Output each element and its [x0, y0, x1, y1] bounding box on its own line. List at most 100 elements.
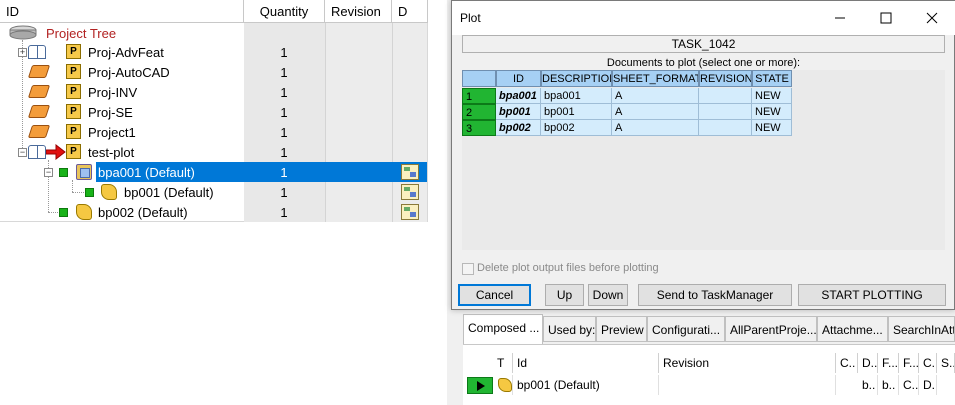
- doc-description-cell[interactable]: bp001: [541, 104, 612, 120]
- doc-revision-cell[interactable]: [699, 120, 752, 136]
- grid-header-c2[interactable]: C..: [919, 353, 937, 373]
- tab-configurations[interactable]: Configurati...: [647, 316, 725, 342]
- doc-description-cell[interactable]: bpa001: [541, 88, 612, 104]
- open-book-icon: [28, 45, 46, 59]
- id-cell: bp001 (Default): [513, 375, 659, 395]
- cancel-button[interactable]: Cancel: [458, 284, 531, 306]
- quantity-cell: 1: [280, 185, 288, 200]
- grid-header-revision[interactable]: REVISION: [699, 70, 752, 87]
- tree-row-bp002[interactable]: bp002 (Default) 1: [0, 202, 427, 222]
- row-selector[interactable]: [467, 377, 493, 394]
- close-icon: [926, 12, 938, 24]
- tab-allparentprojects[interactable]: AllParentProje...: [725, 316, 817, 342]
- status-green-square-icon: [85, 188, 94, 197]
- row-number-1[interactable]: 1: [462, 88, 496, 104]
- dialog-title: Plot: [460, 11, 481, 25]
- grid-header-c[interactable]: C..: [836, 353, 858, 373]
- collapse-minus-icon[interactable]: −: [44, 168, 53, 177]
- delete-output-label: Delete plot output files before plotting: [477, 262, 659, 274]
- grid-header-description[interactable]: DESCRIPTION: [541, 70, 612, 87]
- tree-row-proj-se[interactable]: P Proj-SE 1: [0, 102, 427, 122]
- tab-preview[interactable]: Preview: [596, 316, 647, 342]
- tab-composed[interactable]: Composed ...: [463, 314, 543, 344]
- down-button[interactable]: Down: [588, 284, 628, 306]
- doc-state-cell[interactable]: NEW: [752, 88, 792, 104]
- tree-root-row[interactable]: Project Tree: [0, 23, 427, 43]
- tab-used-by[interactable]: Used by:: [543, 316, 596, 342]
- quantity-cell: 1: [280, 145, 288, 160]
- doc-id-cell[interactable]: bpa001: [496, 88, 541, 104]
- minimize-button[interactable]: [817, 1, 863, 35]
- grid-header-f2[interactable]: F...: [899, 353, 919, 373]
- tree-item-label: Proj-SE: [88, 105, 133, 120]
- document-drawing-icon[interactable]: [401, 204, 419, 220]
- tree-item-label: Project1: [88, 125, 136, 140]
- tab-attachments[interactable]: Attachme...: [817, 316, 888, 342]
- tree-item-label: bp001 (Default): [124, 185, 214, 200]
- doc-sheet-format-cell[interactable]: A: [612, 88, 699, 104]
- tree-row-project1[interactable]: P Project1 1: [0, 122, 427, 142]
- tree-row-bpa001[interactable]: − bpa001 (Default) 1: [0, 162, 427, 182]
- tree-row-proj-autocad[interactable]: P Proj-AutoCAD 1: [0, 62, 427, 82]
- grid-header-t[interactable]: T: [493, 353, 513, 373]
- tree-row-test-plot[interactable]: − P test-plot 1: [0, 142, 427, 162]
- project-p-icon: P: [66, 104, 81, 119]
- doc-state-cell[interactable]: NEW: [752, 120, 792, 136]
- column-header-id[interactable]: ID: [0, 0, 244, 23]
- start-plotting-button[interactable]: START PLOTTING: [798, 284, 946, 306]
- play-arrow-icon: [477, 381, 485, 391]
- expand-plus-icon[interactable]: +: [18, 48, 27, 57]
- grid-header-d[interactable]: D..: [858, 353, 878, 373]
- grid-header-revision[interactable]: Revision: [659, 353, 836, 373]
- documents-to-plot-label: Documents to plot (select one or more):: [606, 57, 801, 69]
- quantity-cell: 1: [280, 125, 288, 140]
- document-drawing-icon[interactable]: [401, 164, 419, 180]
- column-header-revision[interactable]: Revision: [325, 0, 392, 23]
- tab-searchinattachments[interactable]: SearchInAtta: [888, 316, 955, 342]
- grid-header-s[interactable]: S..: [937, 353, 955, 373]
- hard-drive-icon: [9, 25, 37, 40]
- quantity-cell: 1: [280, 105, 288, 120]
- row-number-3[interactable]: 3: [462, 120, 496, 136]
- grid-header-id[interactable]: Id: [513, 353, 659, 373]
- doc-state-cell[interactable]: NEW: [752, 104, 792, 120]
- project-p-icon: P: [66, 124, 81, 139]
- collapse-minus-icon[interactable]: −: [18, 148, 27, 157]
- grid-corner-header[interactable]: [462, 70, 496, 87]
- doc-revision-cell[interactable]: [699, 104, 752, 120]
- tree-row-proj-inv[interactable]: P Proj-INV 1: [0, 82, 427, 102]
- tree-row-bp001[interactable]: bp001 (Default) 1: [0, 182, 427, 202]
- delete-output-checkbox[interactable]: [462, 263, 474, 275]
- doc-id-cell[interactable]: bp002: [496, 120, 541, 136]
- column-header-d[interactable]: D: [392, 0, 428, 23]
- maximize-button[interactable]: [863, 1, 909, 35]
- tree-item-label: Proj-INV: [88, 85, 138, 100]
- grid-header-id[interactable]: ID: [496, 70, 541, 87]
- composed-grid: T Id Revision C.. D.. F... F... C.. S.. …: [463, 344, 955, 405]
- tree-item-label: test-plot: [88, 145, 135, 160]
- doc-revision-cell[interactable]: [699, 88, 752, 104]
- doc-sheet-format-cell[interactable]: A: [612, 104, 699, 120]
- grid-header-f1[interactable]: F...: [878, 353, 899, 373]
- close-button[interactable]: [909, 1, 955, 35]
- grid-header-state[interactable]: STATE: [752, 70, 792, 87]
- tree-row-proj-advfeat[interactable]: + P Proj-AdvFeat 1: [0, 42, 427, 62]
- column-header-quantity[interactable]: Quantity: [244, 0, 325, 23]
- tree-guide-line: [72, 192, 84, 193]
- project-p-icon: P: [66, 64, 81, 79]
- doc-id-cell[interactable]: bp001: [496, 104, 541, 120]
- row-number-2[interactable]: 2: [462, 104, 496, 120]
- doc-sheet-format-cell[interactable]: A: [612, 120, 699, 136]
- up-button[interactable]: Up: [545, 284, 584, 306]
- grid-header-sheet-format[interactable]: SHEET_FORMAT: [612, 70, 699, 87]
- doc-description-cell[interactable]: bp002: [541, 120, 612, 136]
- quantity-cell: 1: [280, 165, 288, 180]
- status-green-square-icon: [59, 168, 68, 177]
- project-p-icon: P: [66, 144, 81, 159]
- document-drawing-icon[interactable]: [401, 184, 419, 200]
- details-tab-bar: Composed ... Used by: Preview Configurat…: [463, 314, 955, 344]
- tree-item-label: bp002 (Default): [98, 205, 188, 220]
- send-to-taskmanager-button[interactable]: Send to TaskManager: [638, 284, 792, 306]
- dialog-titlebar[interactable]: Plot: [452, 1, 955, 35]
- f2-cell: C..: [899, 375, 919, 395]
